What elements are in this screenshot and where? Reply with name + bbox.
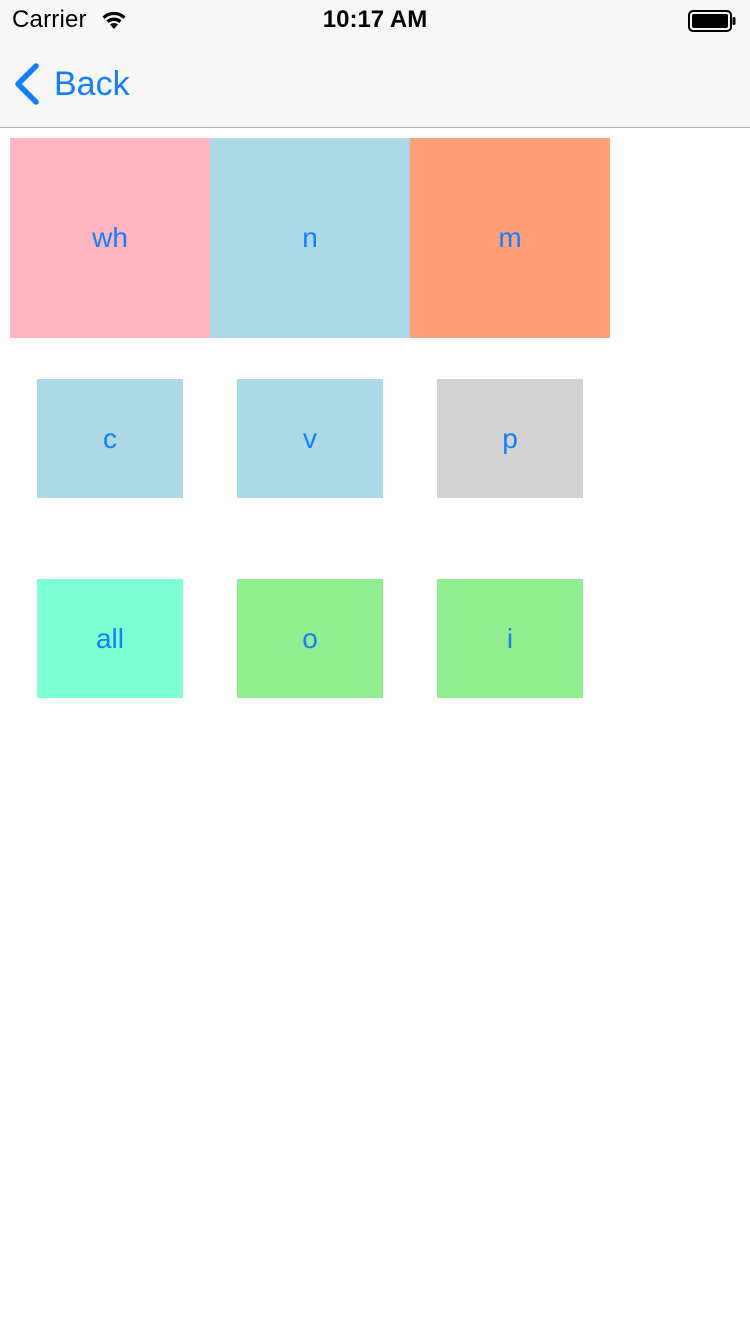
tile-label: i [506, 622, 514, 654]
battery-icon [688, 10, 736, 32]
tile-p[interactable]: p [437, 379, 583, 498]
tile-i[interactable]: i [437, 579, 583, 698]
tile-label: all [95, 622, 124, 654]
back-button[interactable]: Back [10, 56, 130, 112]
tile-n[interactable]: n [210, 138, 410, 338]
tile-label: n [302, 222, 318, 253]
tile-o[interactable]: o [237, 579, 383, 698]
tile-wh[interactable]: wh [10, 138, 210, 338]
tile-label: p [502, 422, 518, 454]
screen: Carrier 10:17 AM Back wh n m c v p all o… [0, 0, 750, 1334]
tile-c[interactable]: c [37, 379, 183, 498]
status-bar: Carrier 10:17 AM [0, 0, 750, 40]
tile-label: c [103, 422, 117, 454]
tile-all[interactable]: all [37, 579, 183, 698]
tile-label: wh [92, 222, 128, 253]
tile-v[interactable]: v [237, 379, 383, 498]
back-label: Back [54, 64, 130, 103]
tile-label: v [303, 422, 317, 454]
tile-label: o [302, 622, 318, 654]
navigation-header: Carrier 10:17 AM Back [0, 0, 750, 128]
tile-label: m [498, 222, 522, 253]
chevron-left-icon [15, 63, 39, 105]
status-time: 10:17 AM [322, 6, 428, 33]
tile-m[interactable]: m [410, 138, 610, 338]
